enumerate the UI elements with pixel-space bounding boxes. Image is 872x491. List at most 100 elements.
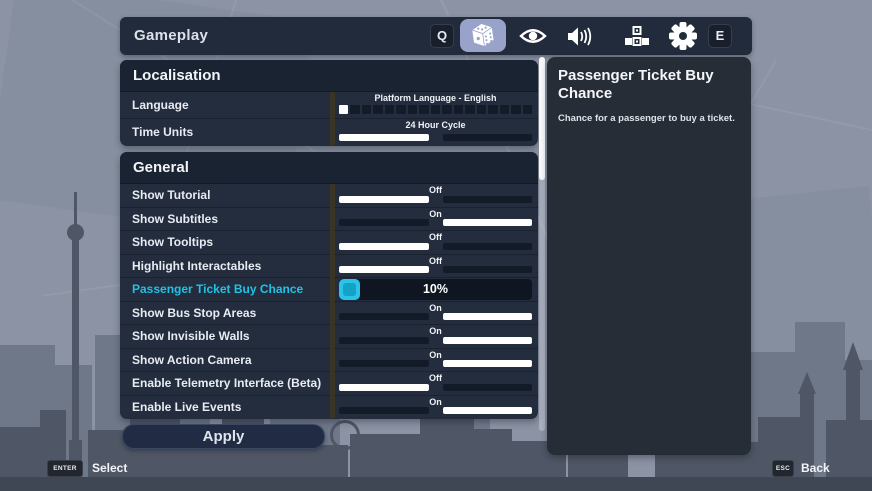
spire-silhouette — [798, 372, 816, 394]
toggle-right-option[interactable] — [443, 134, 532, 141]
spire-silhouette — [843, 342, 863, 370]
gameplay-settings-screen: { "colors": { "accent": "#21c2e6", "acti… — [0, 0, 872, 491]
settings-row[interactable]: Passenger Ticket Buy Chance 10% — [120, 277, 538, 301]
setting-label: Show Invisible Walls — [132, 329, 250, 344]
segment-track[interactable] — [339, 105, 532, 114]
settings-row[interactable]: Show Invisible Walls On — [120, 324, 538, 348]
slider-handle-inner — [343, 283, 356, 296]
building-silhouette — [0, 427, 45, 478]
toggle-right-option[interactable] — [443, 383, 532, 391]
setting-label: Enable Telemetry Interface (Beta) — [132, 376, 322, 391]
tab-gameplay[interactable] — [460, 19, 506, 52]
setting-value: On — [429, 302, 442, 313]
setting-label: Passenger Ticket Buy Chance — [132, 282, 304, 297]
setting-control: On — [339, 396, 532, 419]
toggle-right-option[interactable] — [443, 407, 532, 414]
toggle-right-option[interactable] — [443, 336, 532, 344]
setting-value: On — [429, 326, 442, 336]
toggle-right-option[interactable] — [443, 195, 532, 203]
segment[interactable] — [350, 105, 360, 114]
slider-handle[interactable] — [339, 279, 360, 300]
select-hint-label: Select — [92, 461, 128, 475]
segment[interactable] — [453, 105, 464, 114]
next-tab-key-badge[interactable]: E — [708, 24, 732, 48]
setting-control: 24 Hour Cycle — [339, 119, 532, 145]
settings-row[interactable]: Language Platform Language - English — [120, 92, 538, 118]
segment[interactable] — [419, 105, 429, 114]
setting-label: Enable Live Events — [132, 399, 242, 414]
segment[interactable] — [442, 105, 452, 114]
tower-silhouette — [846, 368, 860, 478]
prev-tab-key-badge[interactable]: Q — [430, 24, 454, 48]
setting-label: Show Action Camera — [132, 352, 252, 367]
segment[interactable] — [511, 105, 521, 114]
top-bar: Gameplay Q E — [120, 17, 752, 55]
toggle-left-option[interactable] — [339, 313, 429, 320]
eye-icon — [519, 27, 547, 45]
apply-button[interactable]: Apply — [122, 424, 325, 449]
tab-visibility[interactable] — [516, 24, 550, 48]
segment[interactable] — [522, 105, 532, 114]
settings-row[interactable]: Enable Live Events On — [120, 394, 538, 419]
setting-label: Highlight Interactables — [132, 258, 262, 273]
segment[interactable] — [407, 105, 418, 114]
setting-value: On — [429, 396, 442, 407]
segment[interactable] — [499, 105, 510, 114]
segment[interactable] — [384, 105, 395, 114]
toggle-right-option[interactable] — [443, 266, 532, 273]
segment[interactable] — [396, 105, 406, 114]
section-title: General — [120, 152, 538, 184]
settings-row[interactable]: Enable Telemetry Interface (Beta) Off — [120, 371, 538, 395]
enter-key-badge: ENTER — [47, 460, 83, 477]
setting-value: Off — [429, 255, 442, 266]
toggle-right-option[interactable] — [443, 360, 532, 367]
segment[interactable] — [373, 105, 383, 114]
setting-label: Show Tutorial — [132, 188, 211, 203]
toggle-left-option[interactable] — [339, 134, 429, 141]
segment[interactable] — [488, 105, 498, 114]
setting-control: Off — [339, 184, 532, 207]
settings-row[interactable]: Show Tutorial Off — [120, 184, 538, 207]
settings-row[interactable]: Show Subtitles On — [120, 206, 538, 231]
slider-value: 10% — [422, 282, 449, 296]
setting-control: Off — [339, 231, 532, 254]
settings-row[interactable]: Show Tooltips Off — [120, 230, 538, 254]
blocks-icon — [624, 25, 650, 47]
setting-value: Off — [429, 373, 442, 383]
tab-system[interactable] — [666, 22, 700, 50]
toggle-left-option[interactable] — [339, 407, 429, 414]
segment[interactable] — [361, 105, 372, 114]
toggle-left-option[interactable] — [339, 336, 429, 344]
detail-title: Passenger Ticket Buy Chance — [558, 67, 714, 102]
settings-row[interactable]: Show Bus Stop Areas On — [120, 300, 538, 325]
tab-audio[interactable] — [563, 24, 597, 48]
scrollbar-thumb[interactable] — [539, 57, 545, 180]
speaker-icon — [567, 26, 594, 47]
toggle-left-option[interactable] — [339, 383, 429, 391]
detail-description: Chance for a passenger to buy a ticket. — [558, 113, 735, 124]
toggle-left-option[interactable] — [339, 266, 429, 273]
toggle-left-option[interactable] — [339, 360, 429, 367]
toggle-right-option[interactable] — [443, 313, 532, 320]
section-general: General Show Tutorial Off Show Subtitles On… — [120, 152, 538, 419]
toggle-left-option[interactable] — [339, 195, 429, 203]
setting-label: Language — [132, 98, 189, 112]
segment[interactable] — [430, 105, 441, 114]
toggle-left-option[interactable] — [339, 242, 429, 250]
settings-scrollbar[interactable] — [539, 57, 545, 431]
toggle-left-option[interactable] — [339, 219, 429, 226]
building-silhouette — [420, 419, 474, 478]
setting-value: On — [429, 349, 442, 360]
settings-row[interactable]: Highlight Interactables Off — [120, 253, 538, 278]
settings-row[interactable]: Time Units 24 Hour Cycle — [120, 118, 538, 145]
toggle-right-option[interactable] — [443, 242, 532, 250]
toggle-right-option[interactable] — [443, 219, 532, 226]
segment[interactable] — [476, 105, 487, 114]
segment[interactable] — [339, 105, 349, 114]
setting-value: Off — [429, 185, 442, 195]
esc-key-badge: ESC — [772, 460, 794, 477]
tab-interface[interactable] — [620, 24, 654, 48]
back-hint-label: Back — [801, 461, 830, 475]
segment[interactable] — [465, 105, 475, 114]
settings-row[interactable]: Show Action Camera On — [120, 347, 538, 372]
